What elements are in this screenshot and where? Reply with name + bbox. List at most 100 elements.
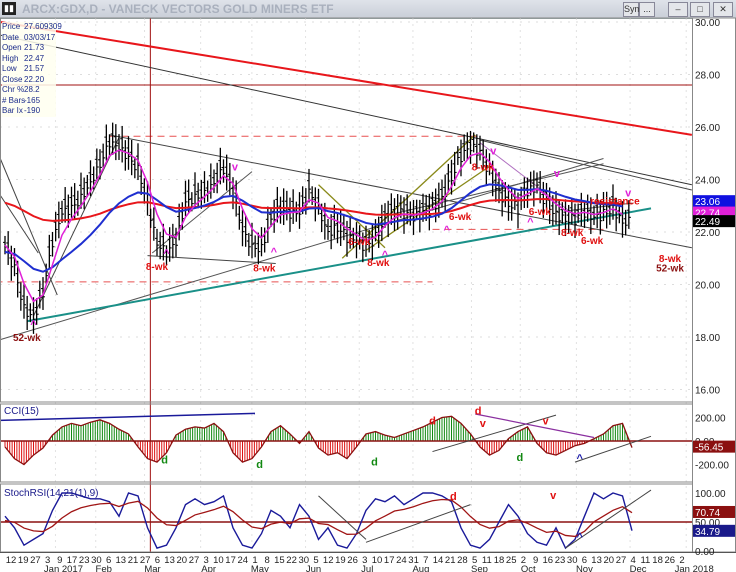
annotation-label: 52-wk	[656, 263, 684, 274]
price-badge: 22.49	[695, 217, 720, 228]
info-row: Chr %28.2	[2, 85, 56, 96]
x-axis-tick: 20	[604, 555, 615, 566]
x-axis-month: Oct	[521, 564, 536, 572]
x-axis-tick: 16	[543, 555, 554, 566]
x-axis-month: Jan 2018	[675, 564, 714, 572]
x-axis-month: Mar	[144, 564, 160, 572]
x-axis-month: Aug	[412, 564, 429, 572]
annotation-label: ^	[382, 249, 389, 261]
x-axis-tick: 26	[665, 555, 676, 566]
x-axis-tick: 13	[591, 555, 602, 566]
info-row: Date 03/03/17	[2, 33, 56, 44]
x-axis-month: Sep	[471, 564, 488, 572]
info-row: Low 21.57	[2, 64, 56, 75]
trendlines	[0, 21, 693, 341]
trendline	[151, 171, 253, 254]
x-axis-tick: 18	[494, 555, 505, 566]
data-window: Price 27.609309 Date 03/03/17 Open 21.73 High 2…	[2, 22, 62, 117]
stoch-annotation: d	[450, 491, 457, 503]
trendline	[0, 21, 693, 136]
x-axis-tick: 24	[238, 555, 249, 566]
stoch-k-line	[4, 491, 633, 550]
info-value: 27.609309	[24, 22, 62, 31]
stoch-axis-tick: 100.00	[695, 489, 726, 500]
x-axis-month: Jan 2017	[44, 564, 83, 572]
x-axis-tick: 12	[323, 555, 334, 566]
x-axis-tick: 27	[30, 555, 41, 566]
annotation-label: v	[625, 188, 632, 200]
info-label: Open	[2, 43, 22, 52]
stoch-title: StochRSI(14,21(1),9)	[4, 488, 99, 499]
x-axis-tick: 17	[225, 555, 236, 566]
panel-border	[0, 483, 693, 553]
price-axis-tick: 26.00	[695, 123, 720, 134]
trendline	[479, 139, 692, 191]
x-axis-tick: 21	[445, 555, 456, 566]
info-value: 21.73	[24, 43, 45, 52]
stochrsi-panel: StochRSI(14,21(1),9) d v ^	[0, 488, 692, 550]
info-value: 03/03/17	[24, 32, 56, 42]
annotation-label: ^	[444, 224, 451, 236]
x-axis-tick: 26	[347, 555, 358, 566]
x-axis-month: May	[251, 564, 269, 572]
annotation-label: 6-wk	[581, 236, 604, 247]
cci-annotation: d	[475, 406, 482, 418]
x-axis-month: Jun	[306, 564, 321, 572]
x-axis-tick: 25	[506, 555, 517, 566]
price-chart[interactable]: 52-wk^8-wk^8-wk^v6-wk8-wk^6-wk^8-wkvv6-w…	[0, 0, 736, 572]
price-axis-tick: 20.00	[695, 281, 720, 292]
annotation-label: 6-wk	[348, 237, 371, 248]
cci-axis-tick: 200.00	[695, 414, 726, 425]
cci-annotation: d	[256, 459, 263, 471]
info-value: 28.2	[24, 85, 40, 94]
cci-axis-tick: -200.00	[695, 461, 729, 472]
annotation-label: ^	[163, 248, 170, 260]
trendline	[33, 137, 120, 317]
stoch-d-line	[4, 498, 633, 538]
info-row: Close 22.20	[2, 75, 56, 86]
cci-annotation: d	[429, 416, 436, 428]
cci-annotation: d	[161, 454, 168, 466]
price-annotations: 52-wk^8-wk^8-wk^v6-wk8-wk^6-wk^8-wkvv6-w…	[13, 146, 684, 344]
x-axis-tick: 15	[274, 555, 285, 566]
annotation-label: v	[490, 146, 497, 158]
cci-annotation: d	[517, 452, 524, 464]
annotation-label: ^	[271, 247, 278, 259]
x-axis-tick: 13	[164, 555, 175, 566]
x-axis-tick: 28	[457, 555, 468, 566]
info-label: High	[2, 53, 19, 63]
info-label: Low	[2, 64, 17, 73]
x-axis-tick: 14	[433, 555, 444, 566]
info-value: -165	[24, 95, 41, 105]
x-axis-tick: 27	[616, 555, 627, 566]
axes: 30.00 28.00 26.00 24.00 22.00 20.00 18.00 16.00…	[6, 18, 735, 572]
x-axis-tick: 24	[396, 555, 407, 566]
price-axis-tick: 16.00	[695, 386, 720, 397]
annotation-label: resistance	[590, 196, 640, 207]
x-axis-tick: 12	[6, 555, 17, 566]
stoch-trendline	[365, 504, 471, 543]
info-value: 21.57	[24, 64, 45, 73]
trendline	[26, 207, 652, 323]
annotation-label: v	[554, 168, 561, 180]
trendline	[0, 34, 692, 186]
info-value: -190	[24, 106, 41, 115]
x-axis-tick: 19	[335, 555, 346, 566]
cci-annotation: d	[371, 457, 378, 469]
x-axis-tick: 19	[18, 555, 29, 566]
cci-title: CCI(15)	[4, 406, 39, 417]
annotation-label: ^	[30, 319, 37, 331]
annotation-label: 52-wk	[13, 333, 41, 344]
info-label: Date	[2, 32, 19, 42]
price-badge: 23.06	[695, 197, 720, 208]
info-label: Close	[2, 74, 23, 84]
annotation-label: 8-wk	[472, 162, 495, 173]
info-row: Price 27.609309	[2, 22, 62, 33]
x-axis-month: Feb	[96, 564, 112, 572]
info-label: Price	[2, 22, 21, 31]
price-axis-tick: 30.00	[695, 18, 720, 29]
panel-frames	[0, 17, 736, 553]
price-axis-tick: 28.00	[695, 71, 720, 82]
cci-panel: CCI(15)d d d dddv v^	[0, 406, 692, 471]
cci-annotation: ^	[577, 453, 584, 465]
